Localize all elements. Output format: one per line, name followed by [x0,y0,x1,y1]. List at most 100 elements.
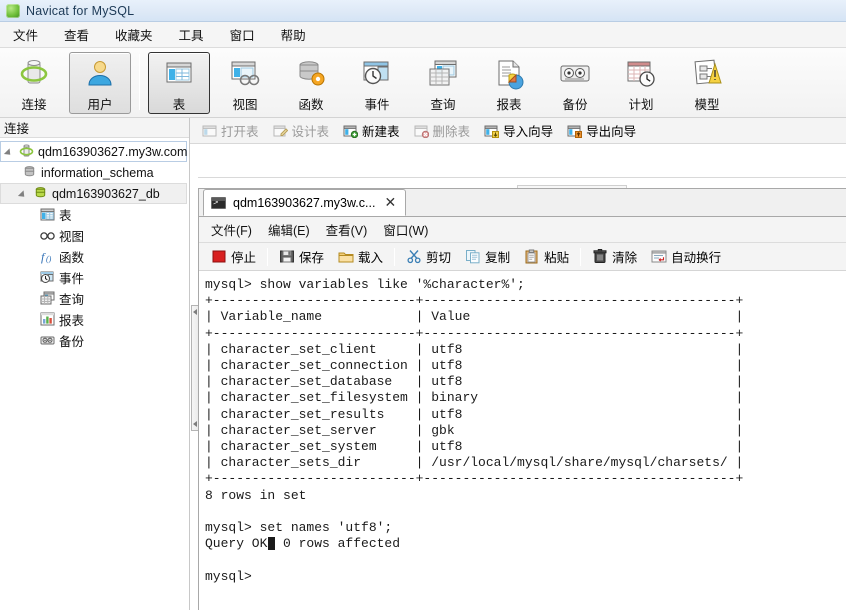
toolbar-button-user[interactable]: 用户 [69,52,131,114]
import-wizard-icon [484,124,500,138]
chevron-down-icon[interactable] [4,146,15,157]
menu-item-help[interactable]: 帮助 [268,22,319,47]
console-toolbar-separator [394,247,396,266]
tree-label-database: qdm163903627_db [52,186,160,201]
clear-button[interactable]: 清除 [585,244,644,269]
delete-table-button[interactable]: 删除表 [408,118,477,143]
tree-label-views: 视图 [59,230,85,244]
navicat-logo-icon [6,3,20,18]
tree-node-server[interactable]: qdm163903627.my3w.com [0,141,187,162]
tree-node-views[interactable]: 视图 [0,225,189,246]
tree-node-information-schema[interactable]: information_schema [0,162,189,183]
cut-scissors-icon [406,249,422,264]
design-table-icon [273,124,288,138]
stop-button[interactable]: 停止 [204,244,263,269]
word-wrap-icon [651,249,667,264]
toolbar-button-connection[interactable]: 连接 [3,52,65,114]
export-wizard-button[interactable]: 导出向导 [561,118,642,143]
tree-label-tables: 表 [59,209,72,223]
console-menu-item-file[interactable]: 文件(F) [203,217,260,242]
menu-item-file[interactable]: 文件 [0,22,51,47]
toolbar-button-query[interactable]: 查询 [412,52,474,114]
paste-button[interactable]: 粘贴 [517,244,576,269]
toolbar-button-model[interactable]: 模型 [676,52,738,114]
toolbar-button-report[interactable]: 报表 [478,52,540,114]
tree-label-backups: 备份 [59,335,85,349]
connections-header: 连接 [0,118,189,138]
save-icon [279,249,295,264]
event-icon [360,58,394,90]
stop-label: 停止 [231,251,257,265]
toolbar-button-schedule[interactable]: 计划 [610,52,672,114]
toolbar-button-function[interactable]: 函数 [280,52,342,114]
toolbar-label-view: 视图 [232,98,258,112]
tree-label-functions: 函数 [59,251,85,265]
toolbar-button-view[interactable]: 视图 [214,52,276,114]
paste-label: 粘贴 [544,251,570,265]
menu-item-view[interactable]: 查看 [51,22,102,47]
tree-node-functions[interactable]: f () 函数 [0,246,189,267]
console-tab[interactable]: qdm163903627.my3w.c... ✕ [203,189,407,216]
toolbar-label-schedule: 计划 [628,98,654,112]
tree-node-tables[interactable]: 表 [0,204,189,225]
svg-text:(): () [46,255,52,264]
scroll-down-arrow-icon[interactable] [193,421,197,427]
copy-button[interactable]: 复制 [458,244,517,269]
toolbar-separator [139,54,140,110]
console-menu-item-window[interactable]: 窗口(W) [375,217,436,242]
new-table-icon [343,124,359,138]
close-icon[interactable]: ✕ [382,195,397,211]
menu-item-favorites[interactable]: 收藏夹 [102,22,166,47]
scroll-up-arrow-icon[interactable] [193,309,197,315]
tree-node-backups[interactable]: 备份 [0,330,189,351]
new-table-button[interactable]: 新建表 [337,118,406,143]
table-icon [40,207,55,222]
console-window: qdm163903627.my3w.c... ✕ 文件(F) 编辑(E) 查看(… [198,188,846,612]
model-icon [690,58,724,90]
title-bar: Navicat for MySQL [0,0,846,22]
chevron-down-icon[interactable] [18,188,29,199]
console-output-area[interactable]: mysql> show variables like '%character%'… [199,271,846,612]
load-button[interactable]: 载入 [331,244,390,269]
tree-node-reports[interactable]: 报表 [0,309,189,330]
tree-node-database[interactable]: qdm163903627_db [0,183,187,204]
cut-button[interactable]: 剪切 [399,244,458,269]
query-icon [40,291,55,306]
save-label: 保存 [299,251,325,265]
toolbar-button-backup[interactable]: 备份 [544,52,606,114]
main-menu-bar: 文件 查看 收藏夹 工具 窗口 帮助 [0,22,846,48]
toolbar-label-table: 表 [172,98,186,112]
word-wrap-button[interactable]: 自动换行 [644,244,728,269]
export-wizard-icon [567,124,583,138]
menu-item-window[interactable]: 窗口 [217,22,268,47]
design-table-label: 设计表 [291,125,330,139]
menu-item-tools[interactable]: 工具 [166,22,217,47]
database-gray-icon [22,165,37,180]
toolbar-button-table[interactable]: 表 [148,52,210,114]
toolbar-label-user: 用户 [87,98,113,112]
report-icon [492,58,526,90]
save-button[interactable]: 保存 [272,244,331,269]
toolbar-button-event[interactable]: 事件 [346,52,408,114]
table-actions-toolbar: 打开表 设计表 新建表 删除表 导入向导 导出向导 [190,118,846,144]
connections-panel: 连接 qdm163903627.my3w.com information_sch… [0,118,190,610]
import-wizard-button[interactable]: 导入向导 [478,118,559,143]
load-label: 载入 [358,251,384,265]
console-menu-item-edit[interactable]: 编辑(E) [260,217,318,242]
toolbar-label-event: 事件 [364,98,390,112]
open-table-label: 打开表 [221,125,259,139]
copy-label: 复制 [485,251,511,265]
tree-label-information-schema: information_schema [41,165,154,180]
design-table-button[interactable]: 设计表 [267,118,336,143]
toolbar-label-function: 函数 [298,98,324,112]
delete-table-icon [414,124,429,138]
tree-node-events[interactable]: 事件 [0,267,189,288]
report-chart-icon [40,312,55,327]
console-menu-item-view[interactable]: 查看(V) [318,217,376,242]
event-clock-icon [40,270,55,285]
console-menu-bar: 文件(F) 编辑(E) 查看(V) 窗口(W) [199,217,846,243]
open-table-icon [202,124,217,138]
console-tab-label: qdm163903627.my3w.c... [233,195,376,210]
tree-node-queries[interactable]: 查询 [0,288,189,309]
open-table-button[interactable]: 打开表 [196,118,265,143]
